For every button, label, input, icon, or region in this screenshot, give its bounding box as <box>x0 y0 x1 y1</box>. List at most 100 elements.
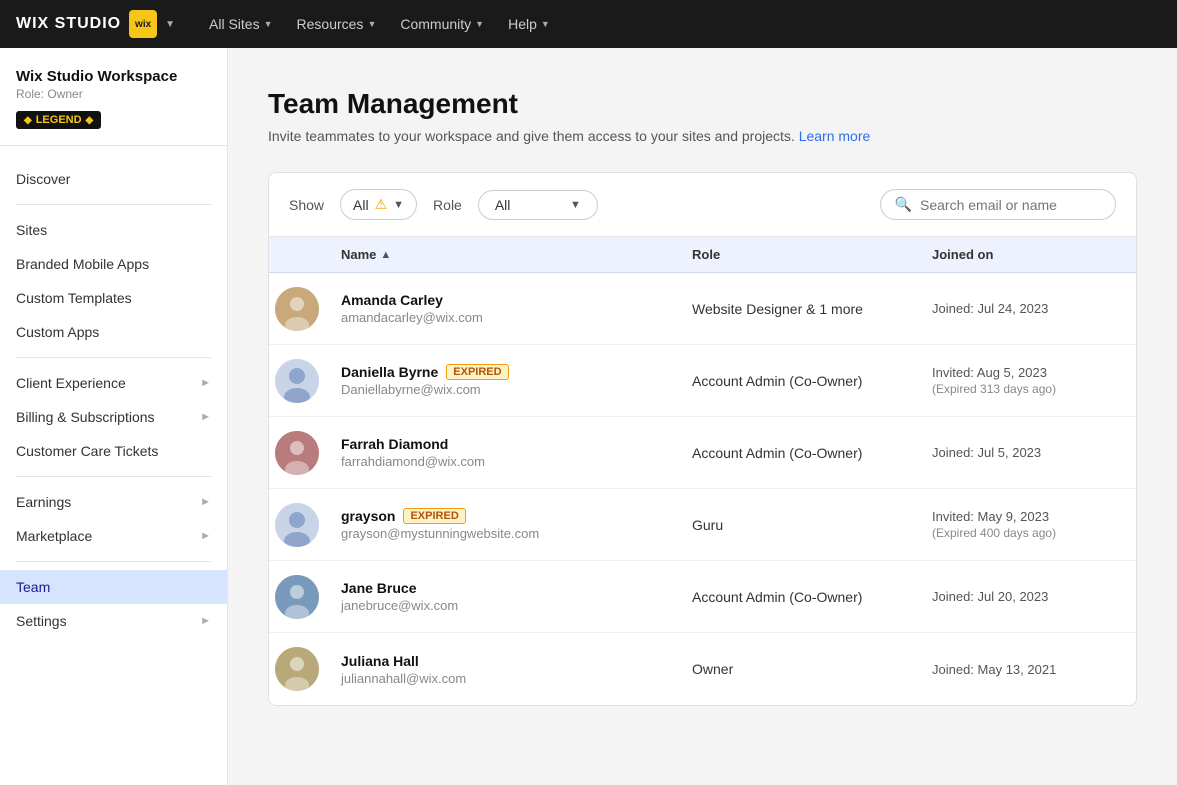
avatar-cell <box>269 491 325 559</box>
avatar-cell <box>269 635 325 703</box>
sidebar-divider <box>16 476 211 477</box>
page-subtitle: Invite teammates to your workspace and g… <box>268 128 1137 144</box>
team-table-container: Show All ⚠ ▼ Role All ▼ 🔍 <box>268 172 1137 706</box>
name-cell: grayson EXPIRED grayson@mystunningwebsit… <box>325 496 676 553</box>
member-role: Website Designer & 1 more <box>692 301 863 317</box>
sidebar-item-earnings[interactable]: Earnings ► <box>0 485 227 519</box>
workspace-name: Wix Studio Workspace <box>16 68 211 85</box>
chevron-down-icon: ▼ <box>393 199 404 211</box>
diamond-icon: ◆ <box>86 115 94 126</box>
th-joined: Joined on <box>916 247 1136 262</box>
sidebar-item-client-experience[interactable]: Client Experience ► <box>0 366 227 400</box>
member-name: Jane Bruce <box>341 580 660 596</box>
name-cell: Amanda Carley amandacarley@wix.com <box>325 280 676 337</box>
page-title: Team Management <box>268 88 1137 120</box>
role-cell: Website Designer & 1 more <box>676 289 916 329</box>
workspace-info: Wix Studio Workspace Role: Owner ◆ LEGEN… <box>0 48 227 146</box>
sidebar-nav: Discover Sites Branded Mobile Apps Custo… <box>0 146 227 785</box>
expired-badge: EXPIRED <box>446 364 508 380</box>
top-navigation: WIX STUDIO wix ▼ All Sites ▼ Resources ▼… <box>0 0 1177 48</box>
member-role: Guru <box>692 517 723 533</box>
role-cell: Owner <box>676 649 916 689</box>
search-input[interactable] <box>920 197 1101 213</box>
sidebar-item-custom-apps[interactable]: Custom Apps <box>0 315 227 349</box>
joined-cell: Invited: Aug 5, 2023 (Expired 313 days a… <box>916 353 1136 408</box>
member-role: Owner <box>692 661 733 677</box>
warning-icon: ⚠ <box>375 196 388 213</box>
topnav-community[interactable]: Community ▼ <box>390 10 494 38</box>
role-cell: Account Admin (Co-Owner) <box>676 361 916 401</box>
table-row[interactable]: Juliana Hall juliannahall@wix.com Owner … <box>269 633 1136 705</box>
legend-badge: ◆ LEGEND ◆ <box>16 111 101 129</box>
learn-more-link[interactable]: Learn more <box>799 128 871 144</box>
show-label: Show <box>289 197 324 213</box>
chevron-right-icon: ► <box>200 496 211 508</box>
joined-secondary: (Expired 400 days ago) <box>932 526 1120 540</box>
brand-chevron-icon: ▼ <box>165 19 175 30</box>
th-name[interactable]: Name ▲ <box>325 247 676 262</box>
chevron-down-icon: ▼ <box>264 19 273 29</box>
chevron-down-icon: ▼ <box>367 19 376 29</box>
name-cell: Daniella Byrne EXPIRED Daniellabyrne@wix… <box>325 352 676 409</box>
chevron-right-icon: ► <box>200 377 211 389</box>
topnav-help[interactable]: Help ▼ <box>498 10 560 38</box>
table-row[interactable]: Daniella Byrne EXPIRED Daniellabyrne@wix… <box>269 345 1136 417</box>
wix-icon: wix <box>129 10 157 38</box>
search-icon: 🔍 <box>895 196 912 213</box>
member-name: Amanda Carley <box>341 292 660 308</box>
member-email: janebruce@wix.com <box>341 598 660 613</box>
chevron-down-icon: ▼ <box>541 19 550 29</box>
page-layout: Wix Studio Workspace Role: Owner ◆ LEGEN… <box>0 0 1177 785</box>
joined-primary: Joined: Jul 5, 2023 <box>932 445 1120 460</box>
sidebar-item-team[interactable]: Team <box>0 570 227 604</box>
role-cell: Guru <box>676 505 916 545</box>
sidebar-item-marketplace[interactable]: Marketplace ► <box>0 519 227 553</box>
topnav-allsites[interactable]: All Sites ▼ <box>199 10 283 38</box>
joined-secondary: (Expired 313 days ago) <box>932 382 1120 396</box>
member-name: Daniella Byrne EXPIRED <box>341 364 660 380</box>
name-cell: Juliana Hall juliannahall@wix.com <box>325 641 676 698</box>
role-cell: Account Admin (Co-Owner) <box>676 433 916 473</box>
sidebar-item-custom-templates[interactable]: Custom Templates <box>0 281 227 315</box>
table-row[interactable]: grayson EXPIRED grayson@mystunningwebsit… <box>269 489 1136 561</box>
table-row[interactable]: Jane Bruce janebruce@wix.com Account Adm… <box>269 561 1136 633</box>
sidebar-item-sites[interactable]: Sites <box>0 213 227 247</box>
joined-cell: Joined: Jul 20, 2023 <box>916 577 1136 616</box>
role-label: Role <box>433 197 462 213</box>
table-header: Name ▲ Role Joined on <box>269 237 1136 273</box>
member-email: amandacarley@wix.com <box>341 310 660 325</box>
table-row[interactable]: Farrah Diamond farrahdiamond@wix.com Acc… <box>269 417 1136 489</box>
sidebar-divider <box>16 204 211 205</box>
workspace-role: Role: Owner <box>16 87 211 101</box>
member-role: Account Admin (Co-Owner) <box>692 445 862 461</box>
sidebar-item-discover[interactable]: Discover <box>0 162 227 196</box>
diamond-icon: ◆ <box>24 115 32 126</box>
joined-primary: Invited: May 9, 2023 <box>932 509 1120 524</box>
chevron-down-icon: ▼ <box>570 199 581 211</box>
show-filter-dropdown[interactable]: All ⚠ ▼ <box>340 189 417 220</box>
search-box[interactable]: 🔍 <box>880 189 1116 220</box>
joined-cell: Joined: Jul 24, 2023 <box>916 289 1136 328</box>
chevron-right-icon: ► <box>200 411 211 423</box>
member-email: Daniellabyrne@wix.com <box>341 382 660 397</box>
joined-primary: Joined: Jul 20, 2023 <box>932 589 1120 604</box>
topnav-resources[interactable]: Resources ▼ <box>287 10 387 38</box>
sidebar-item-settings[interactable]: Settings ► <box>0 604 227 638</box>
table-row[interactable]: Amanda Carley amandacarley@wix.com Websi… <box>269 273 1136 345</box>
topnav-links: All Sites ▼ Resources ▼ Community ▼ Help… <box>199 10 560 38</box>
name-cell: Jane Bruce janebruce@wix.com <box>325 568 676 625</box>
role-cell: Account Admin (Co-Owner) <box>676 577 916 617</box>
name-cell: Farrah Diamond farrahdiamond@wix.com <box>325 424 676 481</box>
role-filter-dropdown[interactable]: All ▼ <box>478 190 598 220</box>
sidebar-item-customer-care-tickets[interactable]: Customer Care Tickets <box>0 434 227 468</box>
joined-primary: Joined: Jul 24, 2023 <box>932 301 1120 316</box>
brand-logo[interactable]: WIX STUDIO wix ▼ <box>16 10 175 38</box>
sidebar-item-branded-mobile-apps[interactable]: Branded Mobile Apps <box>0 247 227 281</box>
avatar-cell <box>269 419 325 487</box>
sidebar-item-billing-subscriptions[interactable]: Billing & Subscriptions ► <box>0 400 227 434</box>
member-name: Farrah Diamond <box>341 436 660 452</box>
avatar-cell <box>269 347 325 415</box>
member-email: juliannahall@wix.com <box>341 671 660 686</box>
th-role: Role <box>676 247 916 262</box>
member-name: grayson EXPIRED <box>341 508 660 524</box>
